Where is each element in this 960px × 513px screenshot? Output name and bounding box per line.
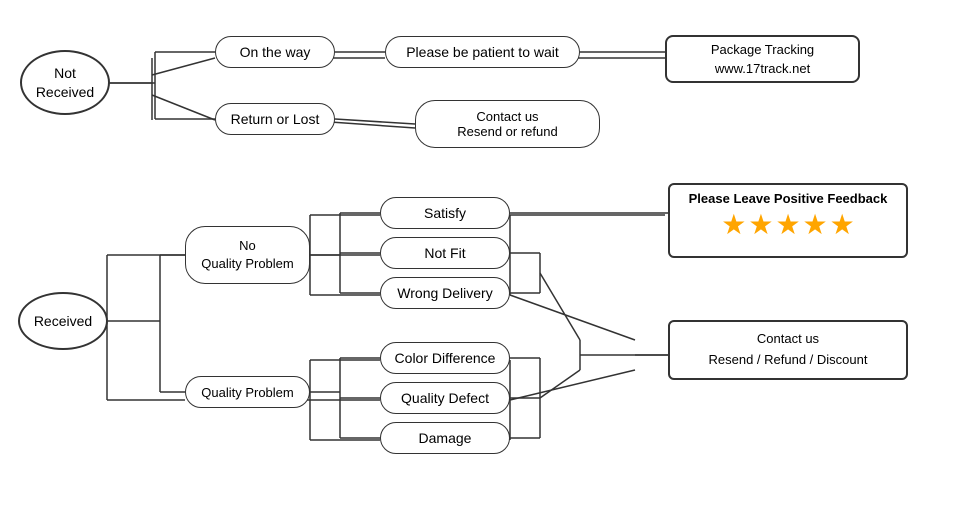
star-5: ★	[830, 208, 855, 241]
star-2: ★	[748, 208, 773, 241]
no-quality-problem-node: No Quality Problem	[185, 226, 310, 284]
contact-us-top-node: Contact us Resend or refund	[415, 100, 600, 148]
on-the-way-node: On the way	[215, 36, 335, 68]
satisfy-node: Satisfy	[380, 197, 510, 229]
not-fit-node: Not Fit	[380, 237, 510, 269]
star-3: ★	[775, 208, 800, 241]
package-tracking-node: Package Tracking www.17track.net	[665, 35, 860, 83]
stars-row: ★ ★ ★ ★ ★	[680, 208, 896, 241]
received-node: Received	[18, 292, 108, 350]
damage-node: Damage	[380, 422, 510, 454]
feedback-label: Please Leave Positive Feedback	[680, 191, 896, 206]
not-received-node: Not Received	[20, 50, 110, 115]
star-4: ★	[803, 208, 828, 241]
color-difference-node: Color Difference	[380, 342, 510, 374]
star-1: ★	[721, 208, 746, 241]
return-or-lost-node: Return or Lost	[215, 103, 335, 135]
quality-defect-node: Quality Defect	[380, 382, 510, 414]
wrong-delivery-node: Wrong Delivery	[380, 277, 510, 309]
patient-wait-node: Please be patient to wait	[385, 36, 580, 68]
positive-feedback-box: Please Leave Positive Feedback ★ ★ ★ ★ ★	[668, 183, 908, 258]
quality-problem-node: Quality Problem	[185, 376, 310, 408]
contact-us-bottom-box: Contact us Resend / Refund / Discount	[668, 320, 908, 380]
